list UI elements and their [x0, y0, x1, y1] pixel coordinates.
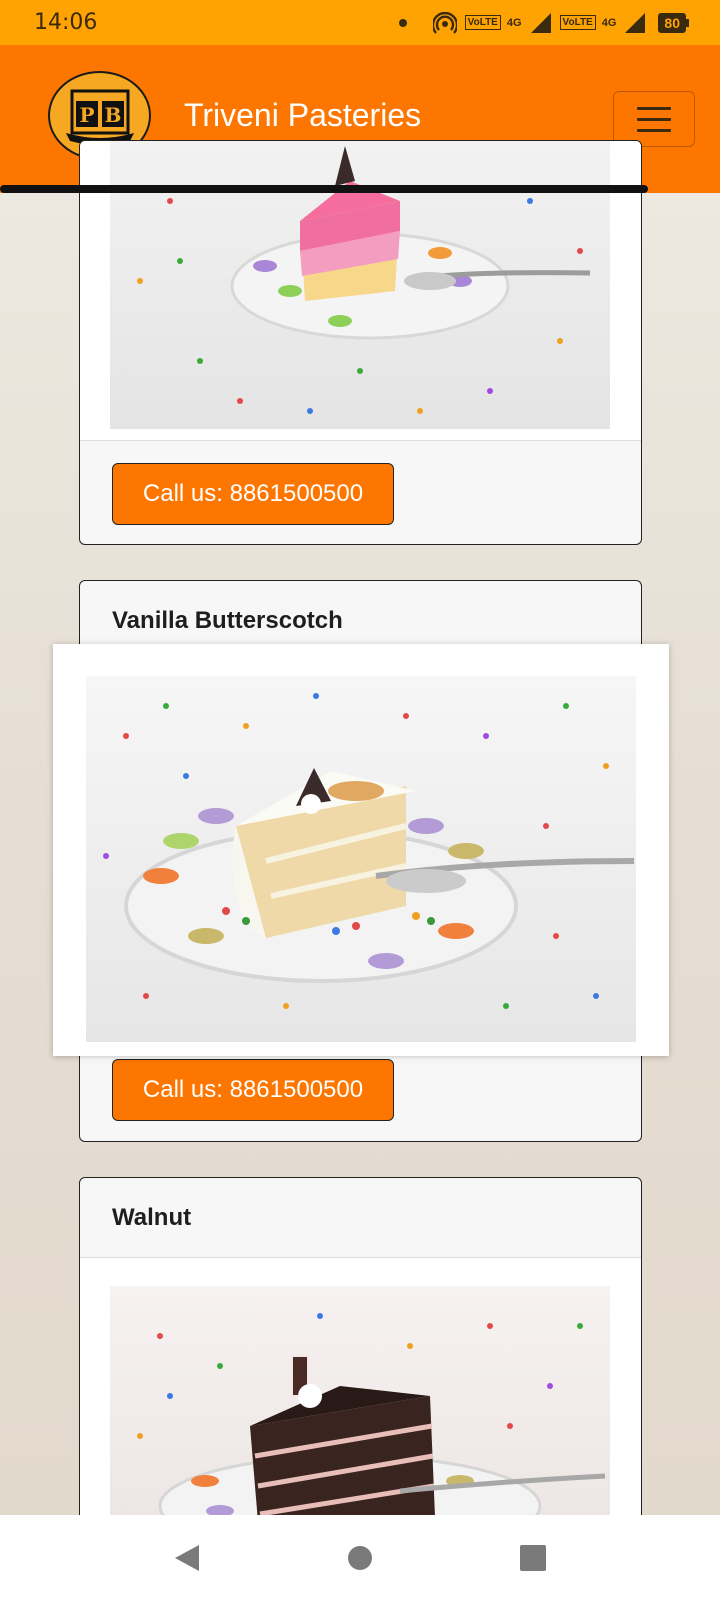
- brand-name[interactable]: Triveni Pasteries: [184, 97, 421, 134]
- vanilla-butterscotch-cake-image: [86, 676, 636, 1042]
- hotspot-icon: [432, 11, 457, 34]
- hamburger-icon-line: [637, 106, 671, 110]
- notification-dot-icon: [398, 18, 407, 27]
- product-title: Walnut: [80, 1178, 641, 1258]
- network-type-1: 4G: [506, 16, 522, 29]
- svg-text:B: B: [104, 103, 121, 127]
- volte-badge-2: VoLTE: [559, 15, 596, 30]
- menu-toggle-button[interactable]: [613, 91, 695, 147]
- call-button[interactable]: Call us: 8861500500: [112, 1059, 394, 1121]
- product-card-1: Call us: 8861500500: [79, 140, 642, 545]
- back-icon[interactable]: [157, 1528, 217, 1588]
- hamburger-icon-line: [637, 117, 671, 121]
- battery-icon: 80: [658, 12, 689, 33]
- network-type-2: 4G: [601, 16, 617, 29]
- signal-icon-1: [530, 12, 552, 34]
- svg-text:P: P: [79, 103, 94, 127]
- product-image-zoom[interactable]: [53, 644, 669, 1056]
- hamburger-icon-line: [637, 128, 671, 132]
- status-icons: VoLTE 4G VoLTE 4G 80: [398, 11, 689, 34]
- volte-badge-1: VoLTE: [464, 15, 501, 30]
- home-icon[interactable]: [330, 1528, 390, 1588]
- product-card-3: Walnut: [79, 1177, 642, 1557]
- status-time: 14:06: [34, 10, 98, 35]
- signal-icon-2: [624, 12, 646, 34]
- call-button[interactable]: Call us: 8861500500: [112, 463, 394, 525]
- recents-icon[interactable]: [503, 1528, 563, 1588]
- status-bar: 14:06 VoLTE 4G VoLTE 4G 80: [0, 0, 720, 45]
- navbar-divider: [0, 185, 648, 193]
- product-image-container: [80, 1258, 641, 1556]
- system-navigation-bar: [0, 1515, 720, 1600]
